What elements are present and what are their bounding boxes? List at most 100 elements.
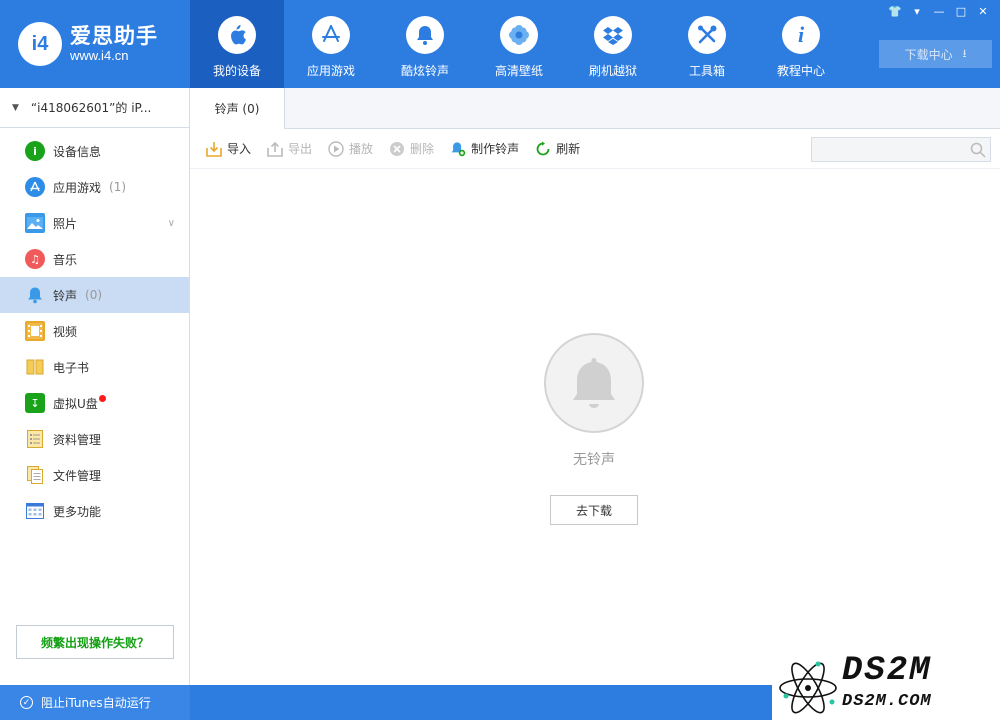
- refresh-button[interactable]: 刷新: [535, 140, 580, 157]
- device-name: “i418062601”的 iP...: [30, 101, 152, 115]
- search-icon[interactable]: [970, 142, 986, 158]
- bell-plus-icon: [450, 141, 466, 157]
- download-center-button[interactable]: 下载中心 ⭳: [879, 40, 992, 68]
- logo-name: 爱思助手: [70, 24, 158, 48]
- sidebar: ▼ “i418062601”的 iP... i 设备信息 应用游戏 (1) 照片…: [0, 88, 190, 685]
- refresh-label: 刷新: [556, 142, 581, 156]
- sidebar-item-more-features[interactable]: 更多功能: [0, 493, 189, 529]
- sidebar-item-label: 音乐: [53, 252, 78, 267]
- sidebar-item-label: 铃声: [53, 288, 78, 303]
- sidebar-item-ebooks[interactable]: 电子书: [0, 349, 189, 385]
- sidebar-item-label: 资料管理: [53, 432, 102, 447]
- sidebar-item-data-management[interactable]: 资料管理: [0, 421, 189, 457]
- sidebar-item-label: 更多功能: [53, 504, 102, 519]
- nav-tab-label: 工具箱: [688, 64, 725, 78]
- photo-icon: [25, 213, 45, 233]
- download-center-label: 下载中心: [904, 47, 953, 62]
- watermark-logo: DS2M DS2M.COM: [772, 652, 1000, 720]
- chevron-down-icon: ∨: [167, 217, 175, 229]
- delete-icon: [389, 141, 405, 157]
- import-button[interactable]: 导入: [206, 140, 251, 157]
- info-icon: i: [782, 16, 820, 54]
- tools-icon: [688, 16, 726, 54]
- info-circle-icon: i: [25, 141, 45, 161]
- block-itunes-label: 阻止iTunes自动运行: [41, 696, 151, 710]
- dropbox-icon: [594, 16, 632, 54]
- sidebar-item-label: 照片: [53, 216, 78, 231]
- nav-tab-wallpapers[interactable]: 高清壁纸: [472, 0, 566, 88]
- top-bar: i4 爱思助手 www.i4.cn 我的设备 应用游戏 酷炫铃声 高清壁纸 刷机…: [0, 0, 1000, 88]
- block-itunes-toggle[interactable]: ✓ 阻止iTunes自动运行: [0, 685, 190, 720]
- logo-url: www.i4.cn: [70, 48, 129, 63]
- menu-dropdown-icon[interactable]: ▾: [906, 2, 928, 20]
- music-icon: ♫: [25, 249, 45, 269]
- sidebar-item-count: (0): [85, 288, 103, 302]
- sidebar-item-label: 应用游戏: [53, 180, 102, 195]
- caret-down-icon: ▼: [12, 102, 19, 113]
- nav-tab-apps-games[interactable]: 应用游戏: [284, 0, 378, 88]
- sidebar-item-virtual-usb[interactable]: ↧ 虚拟U盘: [0, 385, 189, 421]
- operation-failure-help-button[interactable]: 频繁出现操作失败？: [16, 625, 174, 659]
- download-icon: ⭳: [962, 46, 967, 60]
- appstore-icon: [312, 16, 350, 54]
- minimize-icon[interactable]: —: [928, 2, 950, 20]
- close-icon[interactable]: ✕: [972, 2, 994, 20]
- export-icon: [267, 141, 283, 157]
- play-icon: [328, 140, 344, 157]
- sidebar-item-label: 电子书: [53, 360, 90, 375]
- sidebar-item-count: (1): [109, 180, 127, 194]
- play-button[interactable]: 播放: [328, 140, 373, 157]
- nav-tab-flash-jailbreak[interactable]: 刷机越狱: [566, 0, 660, 88]
- main-nav: 我的设备 应用游戏 酷炫铃声 高清壁纸 刷机越狱 工具箱 i 教程中心: [190, 0, 848, 88]
- sidebar-item-music[interactable]: ♫ 音乐: [0, 241, 189, 277]
- watermark-title: DS2M: [842, 652, 932, 690]
- maximize-icon[interactable]: □: [950, 2, 972, 20]
- app-logo: i4 爱思助手 www.i4.cn: [18, 18, 178, 70]
- refresh-icon: [535, 141, 551, 157]
- sidebar-item-photos[interactable]: 照片 ∨: [0, 205, 189, 241]
- play-label: 播放: [349, 142, 374, 156]
- logo-mark: i4: [18, 22, 62, 66]
- make-ringtone-button[interactable]: 制作铃声: [450, 140, 519, 157]
- nav-tab-tutorials[interactable]: i 教程中心: [754, 0, 848, 88]
- nav-tab-my-device[interactable]: 我的设备: [190, 0, 284, 88]
- contacts-icon: [25, 429, 45, 449]
- import-icon: [206, 141, 222, 157]
- make-ringtone-label: 制作铃声: [471, 142, 520, 156]
- go-download-button[interactable]: 去下载: [550, 495, 638, 525]
- appstore-icon: [25, 177, 45, 197]
- bell-icon: [25, 285, 45, 305]
- watermark-url: DS2M.COM: [842, 692, 932, 711]
- empty-bell-icon: [544, 333, 644, 433]
- nav-tab-label: 教程中心: [776, 64, 825, 78]
- apple-icon: [218, 16, 256, 54]
- delete-button[interactable]: 删除: [389, 140, 434, 157]
- sidebar-item-file-management[interactable]: 文件管理: [0, 457, 189, 493]
- bell-icon: [406, 16, 444, 54]
- sidebar-item-ringtones[interactable]: 铃声 (0): [0, 277, 189, 313]
- search-input[interactable]: [812, 138, 962, 161]
- sidebar-item-video[interactable]: 视频: [0, 313, 189, 349]
- check-circle-icon: ✓: [20, 696, 33, 709]
- nav-tab-ringtones[interactable]: 酷炫铃声: [378, 0, 472, 88]
- delete-label: 删除: [410, 142, 435, 156]
- sidebar-item-apps-games[interactable]: 应用游戏 (1): [0, 169, 189, 205]
- search-box: [811, 137, 991, 162]
- import-label: 导入: [227, 142, 252, 156]
- atom-icon: [779, 661, 837, 714]
- device-selector[interactable]: ▼ “i418062601”的 iP...: [0, 88, 189, 128]
- sidebar-item-label: 文件管理: [53, 468, 102, 483]
- nav-tab-toolbox[interactable]: 工具箱: [660, 0, 754, 88]
- nav-tab-label: 高清壁纸: [494, 64, 543, 78]
- nav-tab-label: 刷机越狱: [588, 64, 637, 78]
- sidebar-item-label: 视频: [53, 324, 78, 339]
- sidebar-item-device-info[interactable]: i 设备信息: [0, 133, 189, 169]
- skin-icon[interactable]: 👕: [884, 2, 906, 20]
- content-tabbar: 铃声 (0): [190, 88, 1000, 129]
- notification-dot: [98, 394, 106, 402]
- tab-ringtones[interactable]: 铃声 (0): [190, 88, 285, 129]
- empty-state-text: 无铃声: [573, 452, 615, 468]
- export-button[interactable]: 导出: [267, 140, 312, 157]
- flower-icon: [500, 16, 538, 54]
- files-icon: [25, 465, 45, 485]
